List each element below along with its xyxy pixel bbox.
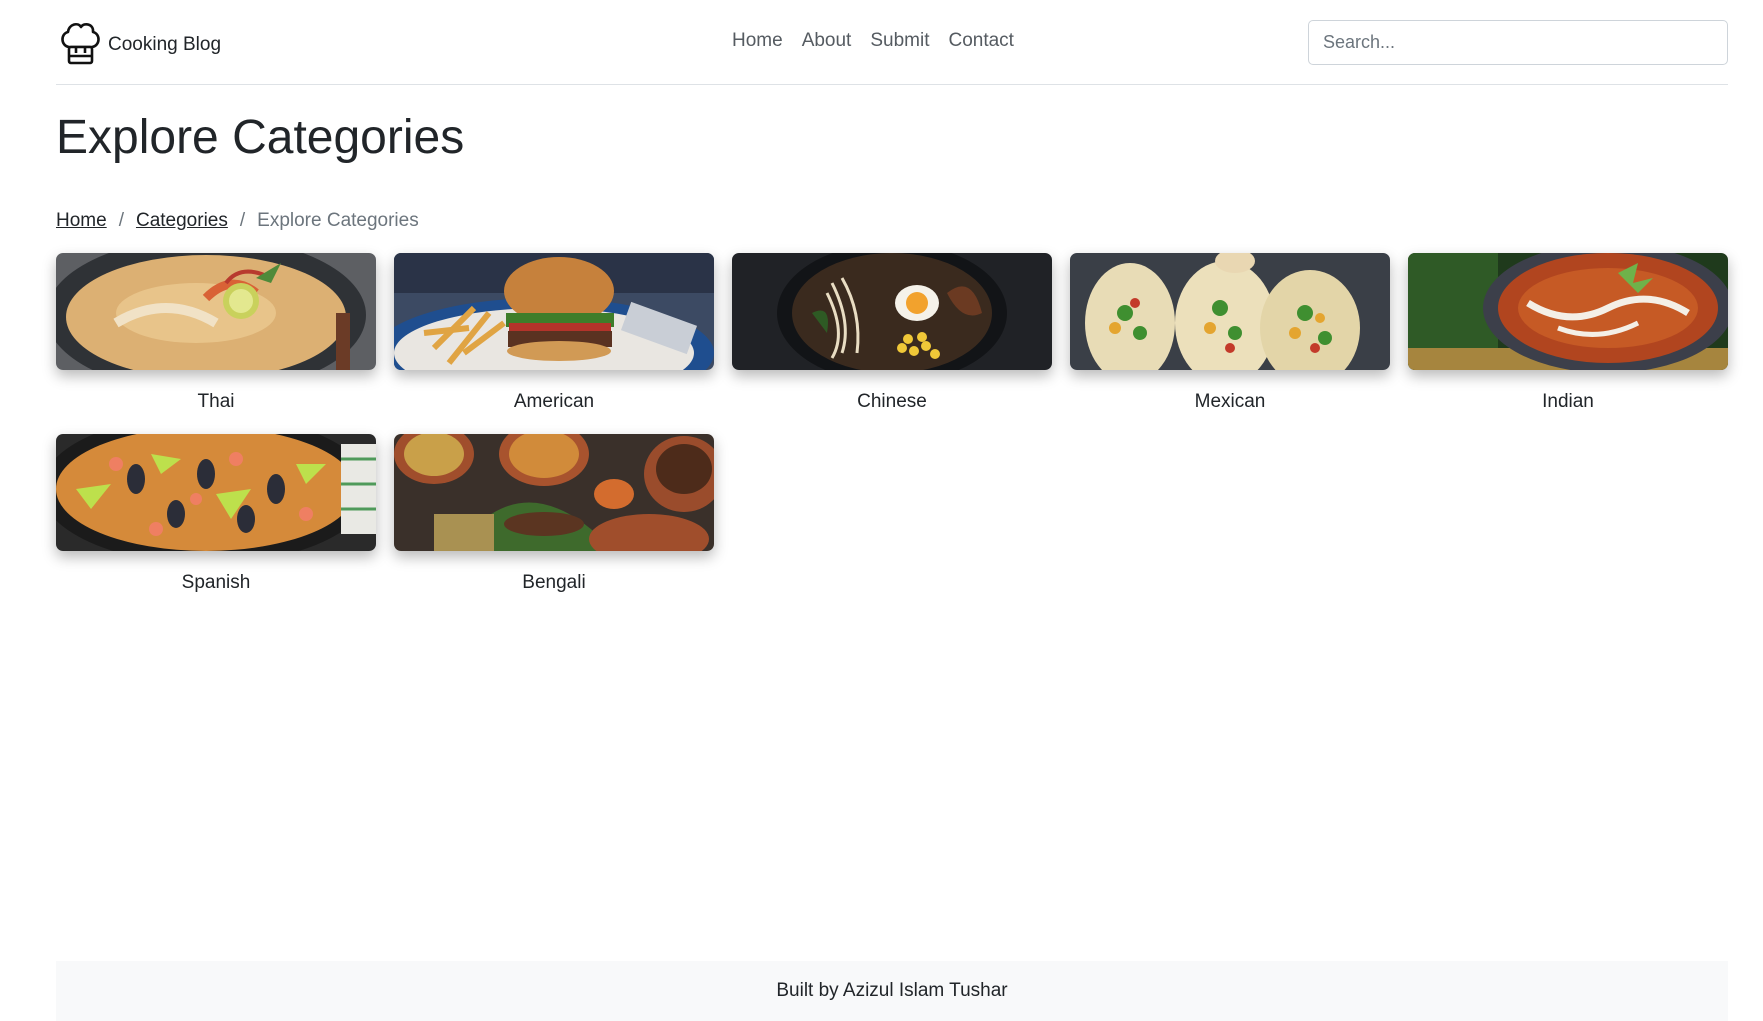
- breadcrumb: Home / Categories / Explore Categories: [56, 210, 419, 232]
- category-image-bengali: [394, 434, 714, 551]
- brand-name: Cooking Blog: [108, 33, 222, 55]
- nav-about[interactable]: About: [802, 30, 852, 52]
- category-card-mexican[interactable]: Mexican: [1070, 253, 1390, 434]
- nav-home[interactable]: Home: [732, 30, 783, 52]
- category-label: Indian: [1542, 391, 1594, 412]
- category-image-american: [394, 253, 714, 370]
- category-image-mexican: [1070, 253, 1390, 370]
- category-label: Thai: [197, 391, 235, 412]
- nav-submit[interactable]: Submit: [870, 30, 929, 52]
- page-title: Explore Categories: [56, 111, 465, 164]
- category-image-spanish: [56, 434, 376, 551]
- main-nav: Home About Submit Contact: [732, 30, 1033, 52]
- chef-hat-icon: [56, 18, 104, 71]
- breadcrumb-categories[interactable]: Categories: [136, 210, 228, 232]
- site-header: Cooking Blog Home About Submit Contact: [56, 0, 1728, 85]
- category-image-indian: [1408, 253, 1728, 370]
- nav-contact[interactable]: Contact: [948, 30, 1013, 52]
- category-label: American: [513, 391, 595, 412]
- category-label: Mexican: [1194, 391, 1266, 412]
- category-label: Spanish: [181, 572, 251, 593]
- category-card-indian[interactable]: Indian: [1408, 253, 1728, 434]
- category-image-thai: [56, 253, 376, 370]
- category-card-american[interactable]: American: [394, 253, 714, 434]
- breadcrumb-current: Explore Categories: [257, 210, 419, 231]
- category-grid: Thai American Chinese Mexican Indian Spa…: [56, 253, 1728, 615]
- breadcrumb-separator: /: [118, 210, 124, 231]
- category-card-thai[interactable]: Thai: [56, 253, 376, 434]
- breadcrumb-home[interactable]: Home: [56, 210, 107, 232]
- search-input[interactable]: [1308, 20, 1728, 65]
- brand-link[interactable]: Cooking Blog: [56, 18, 221, 71]
- category-label: Bengali: [522, 572, 586, 593]
- category-card-chinese[interactable]: Chinese: [732, 253, 1052, 434]
- footer-credit: Built by Azizul Islam Tushar: [776, 980, 1008, 1001]
- category-card-bengali[interactable]: Bengali: [394, 434, 714, 615]
- site-footer: Built by Azizul Islam Tushar: [56, 961, 1728, 1021]
- category-card-spanish[interactable]: Spanish: [56, 434, 376, 615]
- breadcrumb-separator: /: [239, 210, 246, 231]
- category-label: Chinese: [857, 391, 927, 412]
- category-image-chinese: [732, 253, 1052, 370]
